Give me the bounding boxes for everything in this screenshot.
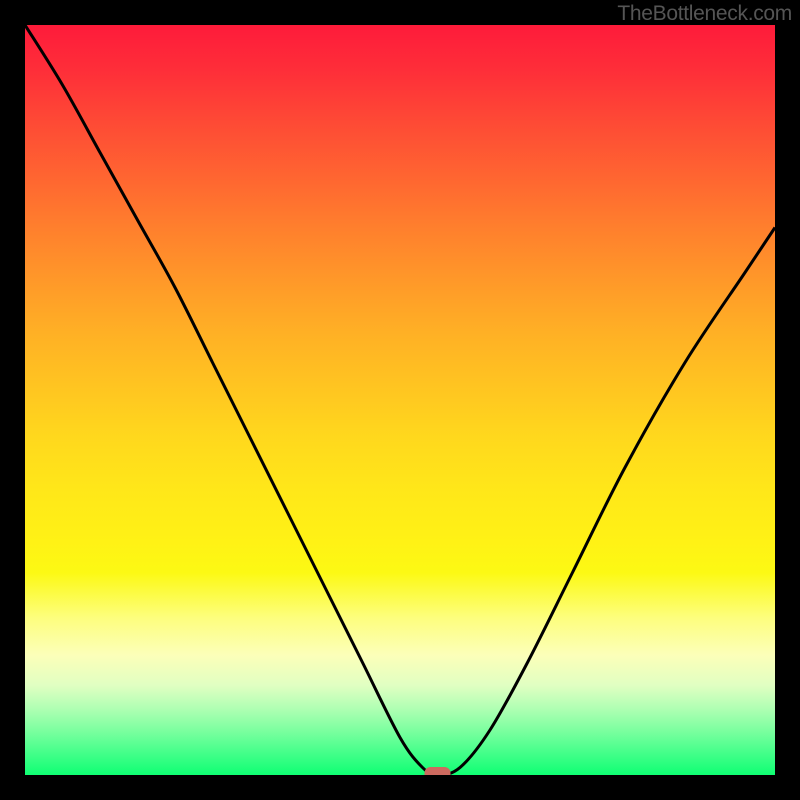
watermark-text: TheBottleneck.com — [617, 2, 792, 26]
curve-layer — [25, 25, 775, 775]
bottleneck-curve — [25, 25, 775, 775]
chart-frame: TheBottleneck.com — [0, 0, 800, 800]
plot-area — [25, 25, 775, 775]
optimal-point-marker — [425, 767, 451, 775]
